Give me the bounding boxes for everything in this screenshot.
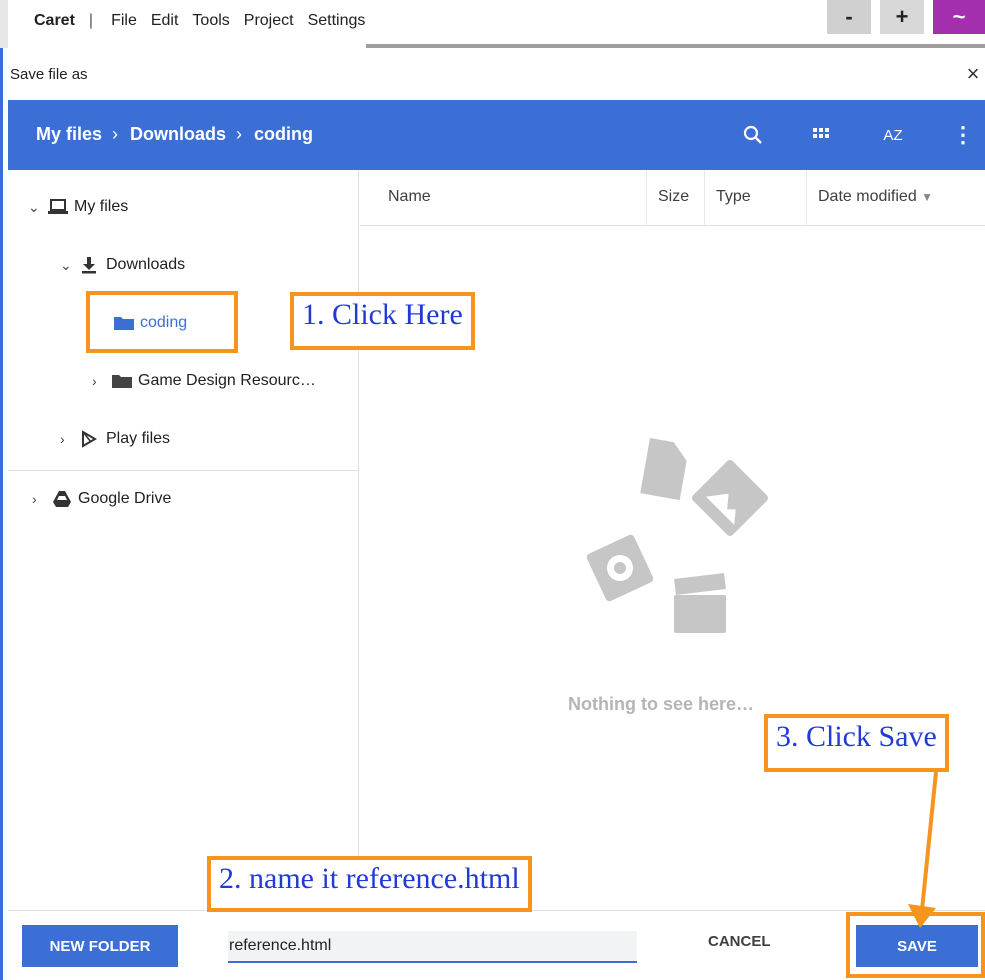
sidebar-label-play-files: Play files <box>106 430 171 447</box>
menu-bar: Caret | File Edit Tools Project Settings <box>34 12 379 30</box>
menu-edit[interactable]: Edit <box>151 12 179 30</box>
folder-icon <box>112 373 138 389</box>
sort-down-icon: ▼ <box>921 190 934 204</box>
menu-separator: | <box>88 12 94 29</box>
sidebar-item-downloads[interactable]: ⌄ Downloads <box>60 256 185 274</box>
sidebar-label-downloads: Downloads <box>106 256 186 273</box>
breadcrumb-separator: › <box>112 124 119 144</box>
filename-input[interactable] <box>228 931 637 963</box>
column-size[interactable]: Size <box>658 188 689 206</box>
dialog-footer: NEW FOLDER CANCEL SAVE <box>8 910 985 980</box>
minimize-button[interactable]: - <box>827 0 871 34</box>
sidebar-item-my-files[interactable]: ⌄ My files <box>28 198 128 216</box>
app-menubar: Caret | File Edit Tools Project Settings… <box>0 0 985 48</box>
sidebar-label-game-design: Game Design Resourc… <box>138 372 316 389</box>
sidebar-label-my-files: My files <box>74 198 129 215</box>
annotation-highlight-save <box>846 912 985 978</box>
chevron-down-icon[interactable]: ⌄ <box>60 257 80 274</box>
annotation-step-3: 3. Click Save <box>764 714 949 772</box>
column-name[interactable]: Name <box>388 188 431 206</box>
menu-file[interactable]: File <box>111 12 137 30</box>
left-edge-accent <box>0 48 3 980</box>
google-drive-icon <box>52 490 78 508</box>
empty-state-message: Nothing to see here… <box>568 694 755 714</box>
annotation-step-1: 1. Click Here <box>290 292 475 350</box>
maximize-button[interactable]: + <box>880 0 924 34</box>
menu-settings[interactable]: Settings <box>308 12 366 30</box>
window-menu-button[interactable]: ~ <box>933 0 985 34</box>
search-icon[interactable] <box>738 120 768 150</box>
file-list-header: Name Size Type Date modified ▼ <box>360 170 985 226</box>
column-date-modified[interactable]: Date modified ▼ <box>818 188 933 206</box>
grid-view-icon[interactable] <box>806 120 836 150</box>
sort-az-icon[interactable]: AZ <box>878 120 908 150</box>
column-date-label: Date modified <box>818 188 917 205</box>
chevron-down-icon[interactable]: ⌄ <box>28 199 48 216</box>
column-type[interactable]: Type <box>716 188 751 206</box>
breadcrumb-downloads[interactable]: Downloads <box>130 124 226 145</box>
chevron-right-icon[interactable]: › <box>60 431 80 447</box>
save-file-dialog: Save file as × My files › Downloads › co… <box>8 48 985 980</box>
column-separator <box>806 170 807 226</box>
column-separator <box>704 170 705 226</box>
menu-project[interactable]: Project <box>244 12 294 30</box>
cancel-button[interactable]: CANCEL <box>708 933 771 950</box>
window-edge <box>0 0 8 48</box>
new-folder-button[interactable]: NEW FOLDER <box>22 925 178 967</box>
breadcrumb-bar: My files › Downloads › coding AZ ⋮ <box>8 100 985 170</box>
annotation-highlight-coding <box>86 291 238 353</box>
sidebar-item-game-design[interactable]: › Game Design Resourc… <box>92 372 316 390</box>
download-icon <box>80 256 106 274</box>
column-separator <box>646 170 647 226</box>
empty-state-illustration <box>586 438 768 633</box>
annotation-step-2: 2. name it reference.html <box>207 856 532 912</box>
breadcrumb-my-files[interactable]: My files <box>36 124 102 145</box>
sidebar-divider <box>8 470 358 471</box>
play-store-icon <box>80 430 106 448</box>
annotation-arrow <box>908 771 938 928</box>
close-icon[interactable]: × <box>961 62 985 86</box>
breadcrumb: My files › Downloads › coding <box>36 124 323 145</box>
sidebar-item-play-files[interactable]: › Play files <box>60 430 170 448</box>
menu-tools[interactable]: Tools <box>192 12 229 30</box>
chevron-right-icon[interactable]: › <box>92 373 112 389</box>
dialog-title: Save file as <box>10 65 88 83</box>
chevron-right-icon[interactable]: › <box>32 491 52 507</box>
laptop-icon <box>48 199 74 215</box>
sidebar-item-google-drive[interactable]: › Google Drive <box>32 490 171 508</box>
navigation-sidebar: ⌄ My files ⌄ Downloads coding › Game Des… <box>8 170 359 910</box>
sidebar-label-google-drive: Google Drive <box>78 490 172 507</box>
breadcrumb-coding[interactable]: coding <box>254 124 313 145</box>
more-options-icon[interactable]: ⋮ <box>948 120 978 150</box>
app-brand: Caret <box>34 12 75 29</box>
breadcrumb-separator: › <box>236 124 243 144</box>
